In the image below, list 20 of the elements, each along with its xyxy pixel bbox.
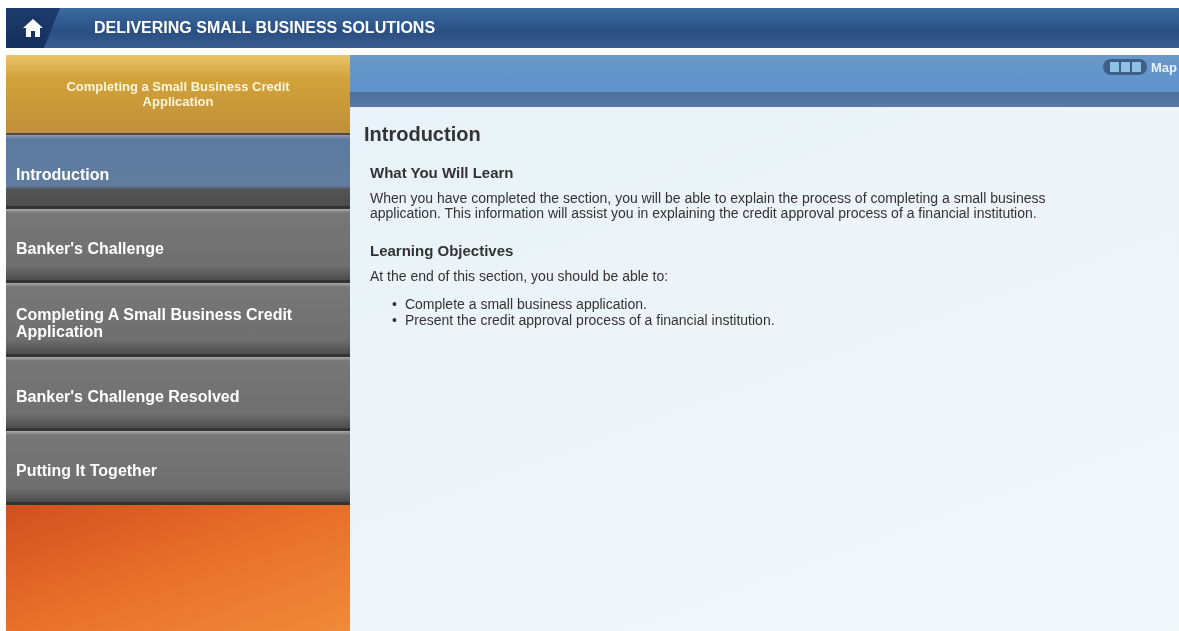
paragraph: When you have completed the section, you will be able to explain the process of completing a small business application. This information will assist you in explaining the credit approval process of a financial institution. — [370, 191, 1047, 222]
nav-item[interactable]: Putting It Together — [6, 431, 350, 505]
list-item: Complete a small business application. — [404, 296, 647, 313]
map-button[interactable]: Map — [1103, 59, 1179, 75]
home-icon — [22, 18, 44, 38]
section-heading: Learning Objectives — [370, 241, 515, 259]
bullet: • — [392, 312, 397, 329]
course-title: DELIVERING SMALL BUSINESS SOLUTIONS — [94, 19, 436, 37]
nav-item[interactable]: Banker's Challenge — [6, 209, 350, 283]
home-button[interactable] — [6, 8, 60, 48]
nav-item[interactable]: Completing A Small Business Credit Application — [6, 283, 350, 357]
paragraph: At the end of this section, you should be able to: — [370, 268, 670, 285]
list-item: Present the credit approval process of a financial institution. — [404, 312, 775, 329]
bullet: • — [392, 296, 397, 313]
nav-item[interactable]: Introduction — [6, 135, 350, 209]
nav-item[interactable]: Banker's Challenge Resolved — [6, 357, 350, 431]
map-icon — [1103, 59, 1147, 75]
section-heading: What You Will Learn — [370, 164, 515, 181]
page-heading: Introduction — [364, 123, 482, 146]
module-title: Completing a Small Business Credit Application — [6, 55, 350, 135]
